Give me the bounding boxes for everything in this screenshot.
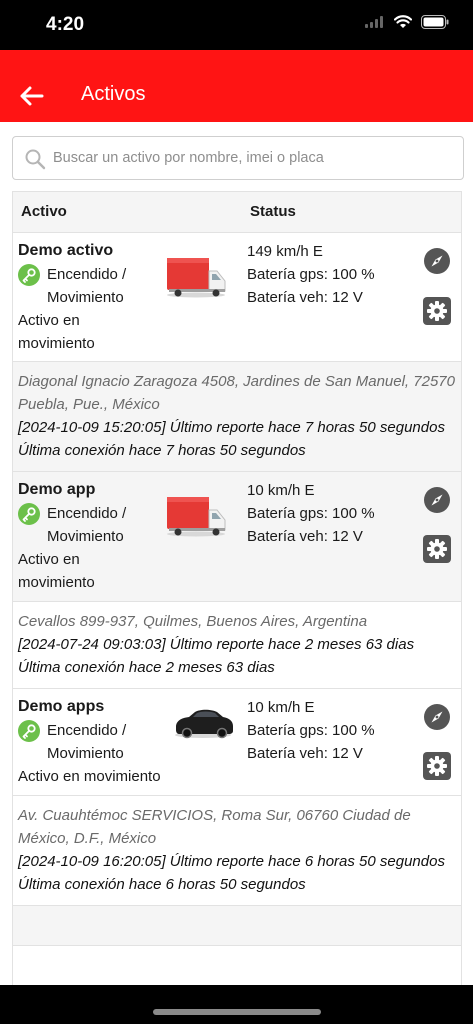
battery-gps-text: Batería gps: 100 % [247,505,375,522]
last-connection-text: Última conexión hace 7 horas 50 segundos [18,442,306,459]
gear-icon[interactable] [423,535,451,563]
speed-text: 149 km/h E [247,243,323,260]
table-header: Activo Status [13,191,461,233]
home-indicator-area [0,985,473,1024]
asset-sub-status: Activo en movimiento [18,551,95,591]
asset-detail-row: Av. Cuauhtémoc SERVICIOS, Roma Sur, 0676… [13,796,461,906]
truck-icon [167,258,226,298]
status-icons [365,15,449,29]
battery-gps-text: Batería gps: 100 % [247,722,375,739]
column-header-status: Status [250,203,296,220]
back-arrow-icon[interactable] [18,84,48,108]
last-report-text: [2024-10-09 15:20:05] Último reporte hac… [18,419,445,436]
asset-sub-status: Activo en movimiento [18,312,95,352]
column-header-activo: Activo [21,203,67,220]
last-connection-text: Última conexión hace 6 horas 50 segundos [18,876,306,893]
address-text: Cevallos 899-937, Quilmes, Buenos Aires,… [18,613,368,630]
search-icon [25,149,46,170]
address-text: Av. Cuauhtémoc SERVICIOS, Roma Sur, 0676… [18,807,411,847]
key-icon [18,503,40,525]
search-box[interactable] [12,136,464,180]
asset-detail-row: Diagonal Ignacio Zaragoza 4508, Jardines… [13,362,461,472]
compass-icon[interactable] [423,703,451,731]
battery-veh-text: Batería veh: 12 V [247,528,363,545]
battery-veh-text: Batería veh: 12 V [247,745,363,762]
address-text: Diagonal Ignacio Zaragoza 4508, Jardines… [18,373,455,413]
speed-text: 10 km/h E [247,482,315,499]
truck-icon [167,497,226,537]
last-report-text: [2024-07-24 09:03:03] Último reporte hac… [18,636,415,653]
last-report-text: [2024-10-09 16:20:05] Último reporte hac… [18,853,445,870]
asset-state: Encendido / Movimiento [47,505,127,545]
asset-state: Encendido / Movimiento [47,266,127,306]
wifi-icon [394,15,412,28]
home-indicator[interactable] [153,1009,321,1015]
asset-state: Encendido / Movimiento [47,722,127,762]
gear-icon[interactable] [423,297,451,325]
status-block: 10 km/h E Batería gps: 100 % Batería veh… [247,479,375,548]
asset-name: Demo app [18,481,96,498]
asset-detail-row: Cevallos 899-937, Quilmes, Buenos Aires,… [13,602,461,689]
battery-veh-text: Batería veh: 12 V [247,289,363,306]
speed-text: 10 km/h E [247,699,315,716]
compass-icon[interactable] [423,247,451,275]
gear-icon[interactable] [423,752,451,780]
app-bar [0,50,473,122]
car-icon [175,709,233,739]
battery-icon [421,15,449,29]
compass-icon[interactable] [423,486,451,514]
asset-row[interactable] [13,906,461,946]
key-icon [18,720,40,742]
status-bar: 4:20 [0,0,473,50]
asset-row[interactable]: Demo app Encendido / Movimiento Activo e… [13,472,461,602]
asset-row[interactable]: Demo activo Encendido / Movimiento Activ… [13,233,461,362]
status-block: 149 km/h E Batería gps: 100 % Batería ve… [247,240,375,309]
asset-sub-status: Activo en movimiento [18,768,161,785]
search-input[interactable] [53,146,453,170]
battery-gps-text: Batería gps: 100 % [247,266,375,283]
signal-icon [365,16,383,28]
status-time: 4:20 [46,14,85,35]
asset-name: Demo activo [18,242,114,259]
key-icon [18,264,40,286]
asset-row[interactable]: Demo apps Encendido / Movimiento Activo … [13,689,461,796]
page-title: Activos [81,83,146,105]
asset-name: Demo apps [18,698,105,715]
assets-table: Activo Status Demo activo Encendido / Mo… [12,191,462,991]
last-connection-text: Última conexión hace 2 meses 63 dias [18,659,275,676]
status-block: 10 km/h E Batería gps: 100 % Batería veh… [247,696,375,765]
